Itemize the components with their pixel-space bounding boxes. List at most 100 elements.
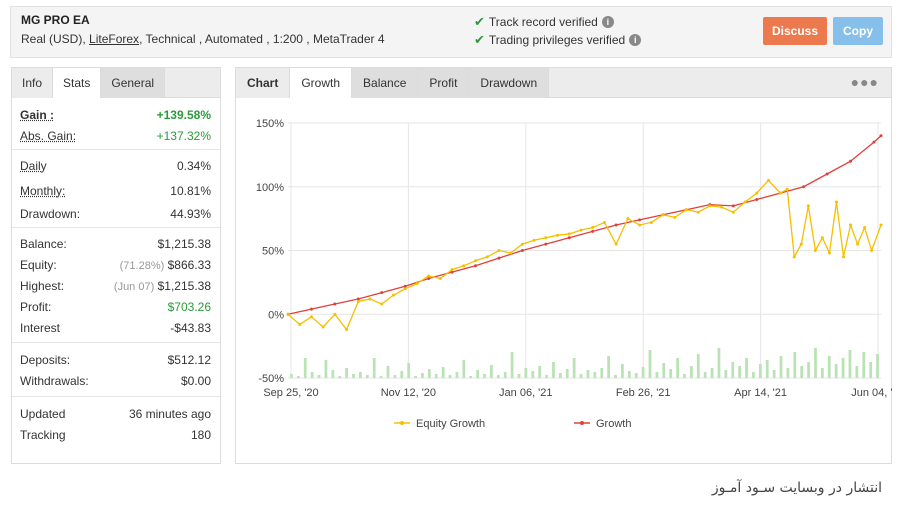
volume-bar xyxy=(407,363,411,378)
volume-bar xyxy=(641,367,645,378)
updated-label: Updated xyxy=(20,407,66,421)
volume-bar xyxy=(531,371,535,378)
legend-marker xyxy=(400,421,404,425)
info-icon[interactable]: i xyxy=(629,34,642,46)
volume-bar xyxy=(393,375,397,378)
equity-growth-point xyxy=(731,210,735,214)
equity-growth-point xyxy=(286,312,290,316)
copy-button[interactable]: Copy xyxy=(833,17,883,45)
discuss-button[interactable]: Discuss xyxy=(763,17,827,45)
volume-bar xyxy=(565,369,569,378)
deposits-label: Deposits: xyxy=(20,353,71,367)
equity-growth-point xyxy=(638,223,642,227)
volume-bar xyxy=(400,371,404,378)
tab-drawdown[interactable]: Drawdown xyxy=(469,68,550,98)
tab-profit[interactable]: Profit xyxy=(418,68,470,98)
equity-growth-point xyxy=(863,226,867,230)
info-icon[interactable]: i xyxy=(601,16,614,28)
x-tick-label: Nov 12, '20 xyxy=(381,387,436,399)
profit-label: Profit: xyxy=(20,300,52,314)
equity-growth-point xyxy=(356,300,360,303)
volume-bar xyxy=(724,370,728,378)
volume-bar xyxy=(441,367,445,378)
legend-marker xyxy=(580,421,584,425)
growth-point xyxy=(544,242,548,246)
volume-bar xyxy=(462,360,466,378)
volume-bar xyxy=(834,364,838,378)
broker-link[interactable]: LiteForex xyxy=(89,32,139,46)
volume-bar xyxy=(345,368,348,378)
equity-growth-point xyxy=(556,233,560,237)
gain-label[interactable]: Gain : xyxy=(20,108,54,122)
volume-bar xyxy=(758,364,762,378)
equity-growth-point xyxy=(485,255,489,259)
account-details: Real (USD), LiteForex, Technical , Autom… xyxy=(21,32,385,46)
growth-point xyxy=(825,172,829,176)
tab-balance[interactable]: Balance xyxy=(352,68,419,98)
more-options-icon[interactable]: ●●● xyxy=(851,74,879,90)
x-tick-label: Sep 25, '20 xyxy=(263,387,318,399)
growth-point xyxy=(849,159,853,163)
gain-row: Gain : +139.58% xyxy=(12,104,220,125)
equity-growth-point xyxy=(849,223,853,227)
equity-growth-point xyxy=(766,178,770,182)
account-type: Real (USD), xyxy=(21,32,86,46)
growth-point xyxy=(474,264,478,268)
equity-growth-point xyxy=(806,204,810,208)
equity-growth-point xyxy=(708,204,712,208)
equity-growth-point xyxy=(579,228,583,232)
tab-growth[interactable]: Growth xyxy=(290,68,353,98)
volume-bar xyxy=(524,368,528,378)
drawdown-value: 44.93% xyxy=(170,207,211,221)
volume-bar xyxy=(793,352,797,378)
x-tick-label: Feb 26, '21 xyxy=(616,387,671,399)
tracking-value: 180 xyxy=(190,428,211,442)
updated-row: Updated 36 minutes ago xyxy=(12,403,220,424)
tab-stats[interactable]: Stats xyxy=(53,68,102,98)
trading-privileges-verified: ✔ Trading privileges verified i xyxy=(474,32,642,48)
chart-header-label: Chart xyxy=(236,68,291,98)
equity-growth-point xyxy=(497,249,501,252)
equity-growth-point xyxy=(720,205,724,209)
volume-bar xyxy=(800,366,804,378)
tracking-label: Tracking xyxy=(20,428,66,442)
volume-bar xyxy=(455,372,459,378)
volume-bar xyxy=(448,375,452,378)
monthly-label[interactable]: Monthly: xyxy=(20,184,65,198)
equity-growth-point xyxy=(602,220,606,224)
volume-bar xyxy=(352,374,355,378)
equity-growth-point xyxy=(649,220,653,224)
equity-growth-point xyxy=(321,325,325,329)
growth-point xyxy=(591,229,595,233)
updated-value: 36 minutes ago xyxy=(128,407,211,421)
interest-value: -$43.83 xyxy=(170,321,211,335)
volume-bar xyxy=(862,352,866,378)
tab-info[interactable]: Info xyxy=(12,68,54,98)
y-tick-label: 150% xyxy=(256,118,284,130)
equity-growth-point xyxy=(403,287,407,291)
tab-general[interactable]: General xyxy=(101,68,166,98)
volume-bar xyxy=(696,354,700,378)
chart-panel: Chart Growth Balance Profit Drawdown ●●●… xyxy=(235,67,893,464)
highest-value: (Jun 07) $1,215.38 xyxy=(113,279,211,293)
volume-bar xyxy=(689,366,693,378)
volume-bar xyxy=(365,375,369,378)
volume-bar xyxy=(738,366,742,378)
track-record-verified: ✔ Track record verified i xyxy=(474,14,614,30)
equity-growth-point xyxy=(614,242,618,246)
volume-bar xyxy=(303,358,307,378)
daily-label[interactable]: Daily xyxy=(20,159,47,173)
growth-point xyxy=(879,134,883,138)
volume-bar xyxy=(717,348,721,378)
volume-bar xyxy=(614,375,617,378)
equity-growth-point xyxy=(450,268,454,272)
volume-bar xyxy=(848,350,852,378)
y-tick-label: 100% xyxy=(256,182,284,194)
legend-label: Growth xyxy=(596,418,631,430)
volume-bar xyxy=(338,376,342,378)
equity-growth-point xyxy=(298,322,302,326)
equity-growth-point xyxy=(879,223,883,227)
volume-bar xyxy=(552,362,555,378)
equity-growth-point xyxy=(813,249,817,252)
abs-gain-label[interactable]: Abs. Gain: xyxy=(20,129,76,143)
